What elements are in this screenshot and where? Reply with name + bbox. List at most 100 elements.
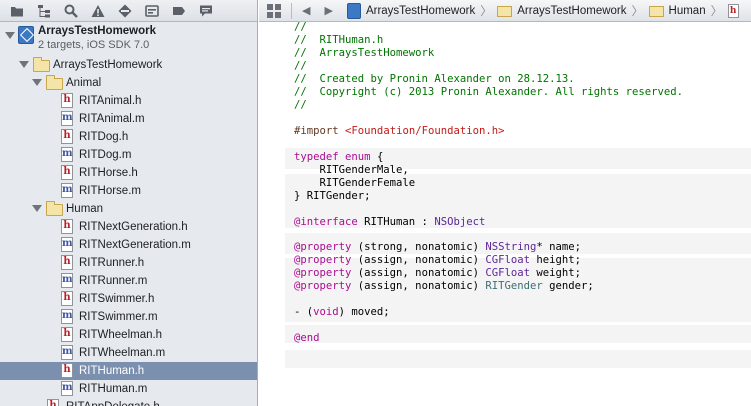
code-line-interface: @interface RITHuman : NSObject <box>294 216 485 229</box>
folder-icon[interactable] <box>6 1 28 21</box>
tree-row-file[interactable]: h RITNextGeneration.h <box>0 218 257 236</box>
tree-row-file[interactable]: h RITDog.h <box>0 128 257 146</box>
project-navigator: ArraysTestHomework 2 targets, iOS SDK 7.… <box>0 0 258 406</box>
implementation-file-icon: m <box>61 273 73 288</box>
file-label: RITAnimal.h <box>79 95 142 107</box>
related-items-icon[interactable] <box>267 3 281 18</box>
label-icon[interactable] <box>168 1 190 21</box>
tree-row-file[interactable]: m RITNextGeneration.m <box>0 236 257 254</box>
property-name: weight; <box>530 267 582 279</box>
file-label: RITHuman.m <box>79 383 148 395</box>
file-label: RITNextGeneration.h <box>79 221 188 233</box>
tree-row-human-group[interactable]: Human <box>0 200 257 218</box>
forward-arrow-icon[interactable]: ▶ <box>324 4 332 17</box>
property-attributes: (assign, nonatomic) <box>351 254 486 266</box>
implementation-file-icon: m <box>61 237 73 252</box>
implementation-file-icon: m <box>61 111 73 126</box>
tree-row-project[interactable]: ArraysTestHomework 2 targets, iOS SDK 7.… <box>0 22 257 56</box>
header-file-icon: h <box>61 93 73 108</box>
disclosure-triangle-icon[interactable] <box>32 205 42 212</box>
file-label: RITDog.m <box>79 149 132 161</box>
code-line: // <box>294 21 307 33</box>
tree-row-file[interactable]: h RITHorse.h <box>0 164 257 182</box>
breadcrumb-project[interactable]: ArraysTestHomework <box>346 2 476 19</box>
hierarchy-icon[interactable] <box>33 1 55 21</box>
breadcrumb-chevron-icon: 〉 <box>710 4 723 18</box>
project-icon <box>346 2 361 19</box>
breadcrumb-label: Human <box>668 4 706 17</box>
tree-row-file[interactable]: m RITHorse.m <box>0 182 257 200</box>
code-block-bg <box>285 325 751 343</box>
header-file-icon: h <box>727 3 739 18</box>
disclosure-triangle-icon[interactable] <box>5 32 15 39</box>
file-label: RITRunner.h <box>79 257 145 269</box>
tree-row-file[interactable]: h RITRunner.h <box>0 254 257 272</box>
code-line: RITGenderMale, <box>294 164 409 176</box>
breakpoint-icon[interactable] <box>114 1 136 21</box>
log-icon[interactable] <box>195 1 217 21</box>
interface-keyword: @interface <box>294 216 358 228</box>
tree-row-group[interactable]: ArraysTestHomework <box>0 56 257 74</box>
property-type: CGFloat <box>485 254 530 266</box>
property-attributes: (strong, nonatomic) <box>351 241 486 253</box>
debug-icon[interactable] <box>141 1 163 21</box>
source-editor: ◀ ▶ ArraysTestHomework 〉 ArraysTestHomew… <box>259 0 751 406</box>
code-line-import: #import <Foundation/Foundation.h> <box>294 125 505 138</box>
tree-row-file[interactable]: h RITSwimmer.h <box>0 290 257 308</box>
warning-icon[interactable] <box>87 1 109 21</box>
property-name: height; <box>530 254 582 266</box>
code-line: // Copyright (c) 2013 Pronin Alexander. … <box>294 86 684 98</box>
header-file-icon: h <box>47 399 59 406</box>
property-type: CGFloat <box>485 267 530 279</box>
header-file-icon: h <box>61 165 73 180</box>
tree-row-file[interactable]: m RITRunner.m <box>0 272 257 290</box>
group-label: Animal <box>66 77 102 89</box>
code-line: } RITGender; <box>294 190 371 202</box>
file-label: RITAnimal.m <box>79 113 145 125</box>
navigator-toolbar <box>0 0 257 22</box>
code-line-property: @property (assign, nonatomic) RITGender … <box>294 280 594 293</box>
folder-icon <box>46 75 63 90</box>
disclosure-triangle-icon[interactable] <box>32 79 42 86</box>
code-line-typedef: typedef enum { <box>294 151 383 164</box>
property-attributes: (assign, nonatomic) <box>351 267 486 279</box>
breadcrumb-group[interactable]: ArraysTestHomework <box>497 4 627 17</box>
tree-row-file[interactable]: m RITSwimmer.m <box>0 308 257 326</box>
breadcrumb-label: ArraysTestHomework <box>517 4 627 17</box>
code-line-property: @property (strong, nonatomic) NSString* … <box>294 241 581 254</box>
tree-row-animal-group[interactable]: Animal <box>0 74 257 92</box>
tree-row-file[interactable]: h RITAnimal.h <box>0 92 257 110</box>
header-file-icon: h <box>61 363 73 378</box>
back-arrow-icon[interactable]: ◀ <box>302 4 310 17</box>
code-line-property: @property (assign, nonatomic) CGFloat we… <box>294 267 581 280</box>
file-label: RITHorse.h <box>79 167 138 179</box>
tree-row-file[interactable]: m RITHuman.m <box>0 380 257 398</box>
file-label: RITSwimmer.m <box>79 311 158 323</box>
file-label: RITSwimmer.h <box>79 293 155 305</box>
implementation-file-icon: m <box>61 345 73 360</box>
property-type: NSString <box>485 241 537 253</box>
tree-row-file[interactable]: m RITWheelman.m <box>0 344 257 362</box>
breadcrumb-human[interactable]: Human <box>648 4 706 17</box>
interface-name: RITHuman : <box>357 216 435 228</box>
tree-row-file[interactable]: m RITDog.m <box>0 146 257 164</box>
tree-row-file[interactable]: h RITHuman.h <box>0 362 257 380</box>
code-line: // Created by Pronin Alexander on 28.12.… <box>294 73 575 85</box>
breadcrumb-label: ArraysTestHomework <box>365 4 476 17</box>
implementation-file-icon: m <box>61 183 73 198</box>
project-subtitle: 2 targets, iOS SDK 7.0 <box>38 39 150 51</box>
code-line: RITGenderFemale <box>294 177 416 189</box>
enum-keyword: enum <box>345 151 371 163</box>
disclosure-triangle-icon[interactable] <box>19 61 29 68</box>
search-icon[interactable] <box>60 1 82 21</box>
file-label: RITNextGeneration.m <box>79 239 191 251</box>
file-label: RITHorse.m <box>79 185 141 197</box>
breadcrumb-file[interactable]: h <box>727 3 739 18</box>
code-line-property: @property (assign, nonatomic) CGFloat he… <box>294 254 581 267</box>
end-keyword: @end <box>294 332 320 344</box>
method-prefix: - ( <box>294 306 314 318</box>
tree-row-file[interactable]: h RITAppDelegate.h <box>0 398 257 406</box>
tree-row-file[interactable]: h RITWheelman.h <box>0 326 257 344</box>
property-keyword: @property <box>294 267 352 279</box>
tree-row-file[interactable]: m RITAnimal.m <box>0 110 257 128</box>
